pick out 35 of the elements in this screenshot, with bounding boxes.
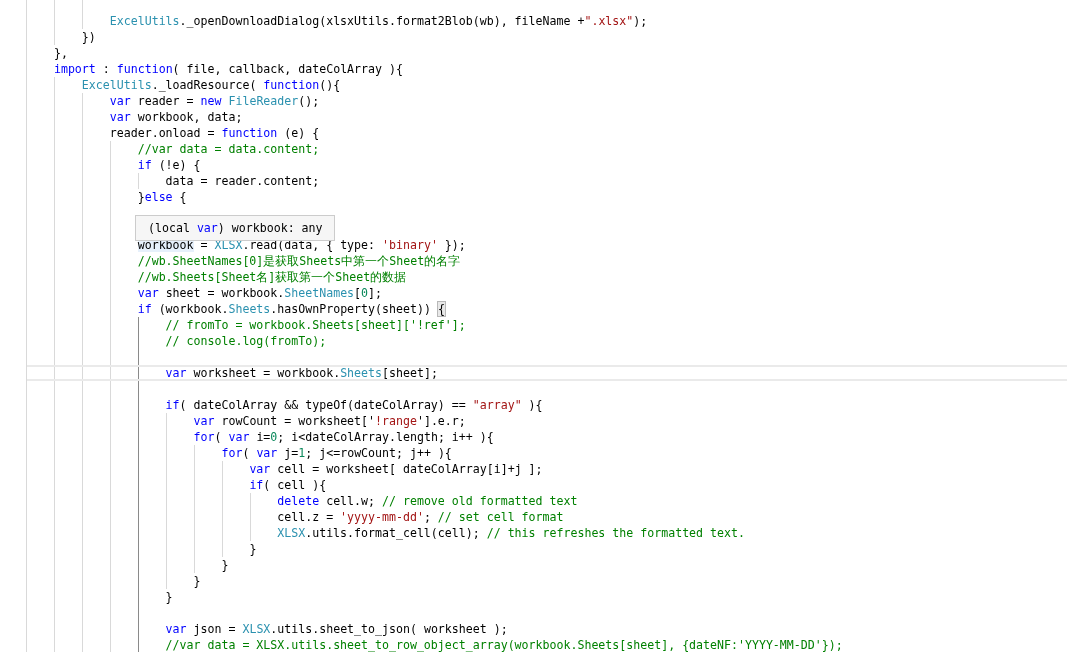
code-line: //var data = XLSX.utils.sheet_to_row_object_array(workbook.Sheets[sheet], {dateNF:'YYYY-MM-DD'});	[164, 638, 843, 652]
code-line: var cell = worksheet[ dateColArray[i]+j ];	[248, 462, 543, 476]
code-line: //wb.SheetNames[0]是获取Sheets中第一个Sheet的名字	[136, 254, 461, 268]
code-line: if( dateColArray && typeOf(dateColArray) == "array" ){	[164, 398, 543, 412]
code-line: if (!e) {	[136, 158, 201, 172]
code-line: }	[164, 590, 173, 604]
code-line: cell.z = 'yyyy-mm-dd'; // set cell format	[276, 510, 564, 524]
code-line: XLSX.utils.format_cell(cell); // this refreshes the formatted text.	[276, 526, 745, 540]
code-line: // console.log(fromTo);	[164, 334, 327, 348]
code-line: var sheet = workbook.SheetNames[0];	[136, 286, 383, 300]
code-line: //wb.Sheets[Sheet名]获取第一个Sheet的数据	[136, 270, 407, 284]
code-line: }else {	[136, 190, 187, 204]
code-line: }	[192, 574, 201, 588]
code-line: var json = XLSX.utils.sheet_to_json( worksheet );	[164, 622, 508, 636]
code-line: })	[80, 30, 96, 44]
code-line: // fromTo = workbook.Sheets[sheet]['!ref'];	[164, 318, 466, 332]
code-line: var worksheet = workbook.Sheets[sheet];	[164, 366, 438, 380]
code-line: if( cell ){	[248, 478, 327, 492]
code-line: if (workbook.Sheets.hasOwnProperty(sheet)) {	[136, 302, 445, 316]
code-line: reader.onload = function (e) {	[108, 126, 320, 140]
code-line: var rowCount = worksheet['!range'].e.r;	[192, 414, 466, 428]
code-line: //var data = data.content;	[136, 142, 320, 156]
code-line: },	[52, 46, 68, 60]
code-line: var reader = new FileReader();	[108, 94, 320, 108]
code-line: ExcelUtils._loadResource( function(){	[80, 78, 341, 92]
code-line: }	[220, 558, 229, 572]
hover-tooltip: (local var) workbook: any	[135, 215, 335, 241]
code-line: for( var i=0; i<dateColArray.length; i++ ){	[192, 430, 494, 444]
code-line: delete cell.w; // remove old formatted text	[276, 494, 578, 508]
code-line: var workbook, data;	[108, 110, 243, 124]
code-line: ExcelUtils._openDownloadDialog(xlsxUtils.format2Blob(wb), fileName +".xlsx");	[108, 14, 648, 28]
code-line: for( var j=1; j<=rowCount; j++ ){	[220, 446, 452, 460]
code-line: }	[248, 542, 257, 556]
code-line: import : function( file, callback, dateColArray ){	[52, 62, 403, 76]
code-line: data = reader.content;	[164, 174, 320, 188]
